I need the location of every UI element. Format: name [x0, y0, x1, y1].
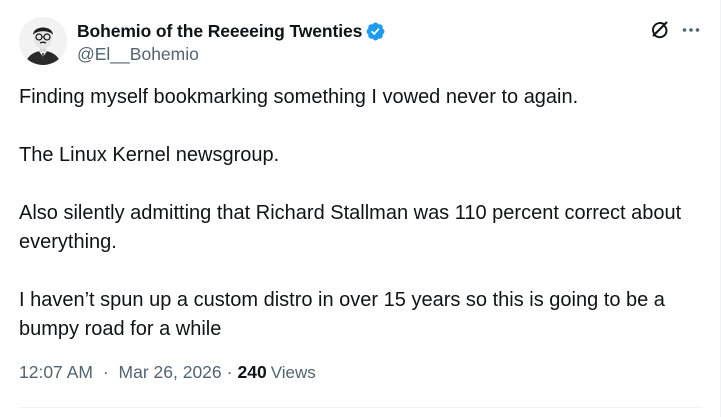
tweet-date: Mar 26, 2026 [118, 362, 222, 382]
author-names: Bohemio of the Reeeeing Twenties @El__Bo… [77, 20, 386, 65]
header-actions [649, 19, 702, 41]
author-handle[interactable]: @El__Bohemio [77, 44, 386, 65]
display-name-row: Bohemio of the Reeeeing Twenties [77, 20, 386, 42]
tweet-time: 12:07 AM [19, 362, 93, 382]
tweet-paragraph: I haven’t spun up a custom distro in ove… [19, 289, 671, 340]
views-count: 240 [237, 362, 267, 382]
avatar-portrait-icon [19, 17, 67, 65]
views-link[interactable]: 240 Views [237, 362, 315, 383]
tweet-paragraph: Also silently admitting that Richard Sta… [19, 202, 687, 253]
tweet-text: Finding myself bookmarking something I v… [19, 83, 701, 344]
tweet-paragraph: The Linux Kernel newsgroup. [19, 144, 280, 166]
tweet-paragraph: Finding myself bookmarking something I v… [19, 86, 579, 108]
tweet-meta: 12:07 AM · Mar 26, 2026 · 240 Views [19, 362, 316, 383]
grok-icon[interactable] [649, 19, 671, 41]
divider [19, 407, 702, 408]
tweet-detail: Bohemio of the Reeeeing Twenties @El__Bo… [0, 0, 721, 417]
tweet-header: Bohemio of the Reeeeing Twenties @El__Bo… [19, 17, 702, 67]
meta-separator: · [226, 362, 233, 382]
meta-separator: · [102, 362, 109, 382]
avatar[interactable] [19, 17, 67, 65]
more-options-icon[interactable] [680, 19, 702, 41]
views-label: Views [270, 363, 316, 382]
author-display-name[interactable]: Bohemio of the Reeeeing Twenties [77, 21, 362, 42]
verified-badge-icon[interactable] [365, 21, 386, 42]
tweet-timestamp-link[interactable]: 12:07 AM · Mar 26, 2026 [19, 362, 222, 383]
